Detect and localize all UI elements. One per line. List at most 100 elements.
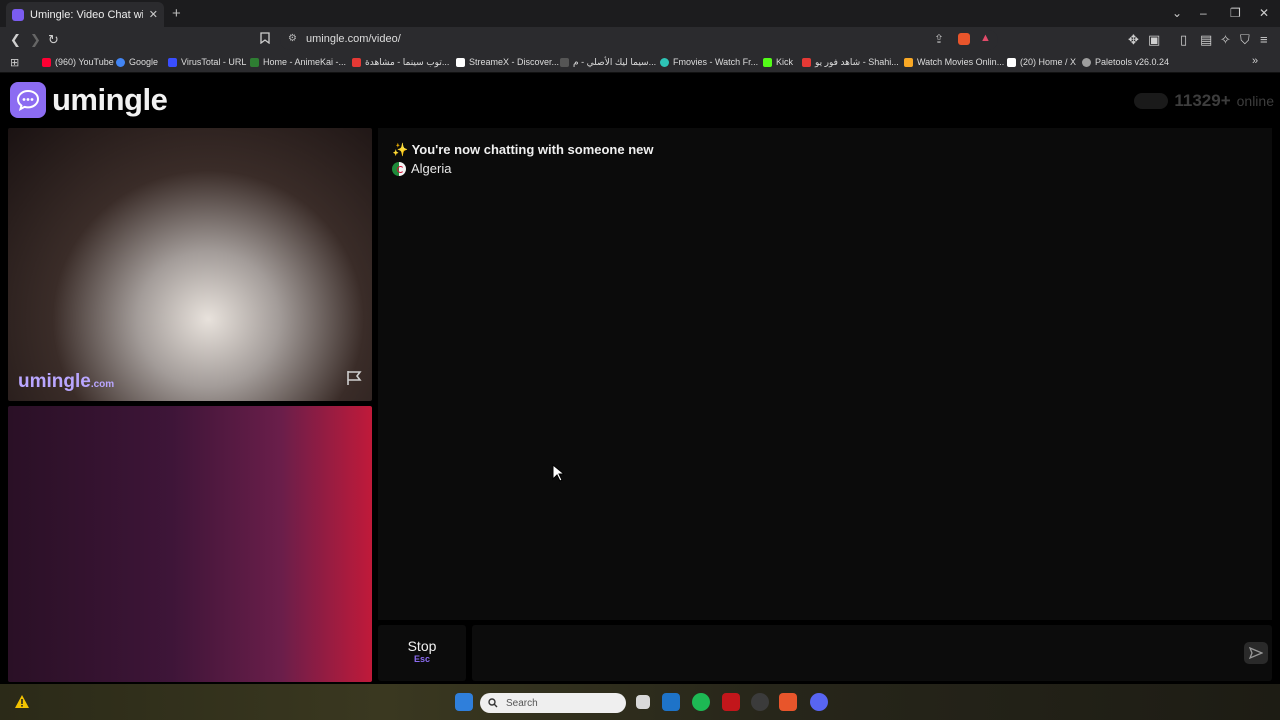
watermark-suffix: .com <box>90 379 115 390</box>
virustotal-icon <box>168 57 177 67</box>
stop-label: Stop <box>407 638 437 654</box>
discord-icon[interactable] <box>810 693 828 711</box>
stranger-video: umingle.com <box>8 128 372 401</box>
windows-taskbar: Search <box>0 684 1280 720</box>
bookmark-shahid[interactable]: شاهد فور يو - Shahi... <box>802 57 899 68</box>
bookmark-label: Home - AnimeKai -... <box>263 57 347 67</box>
minimize-icon[interactable]: – <box>1200 6 1207 20</box>
brave-browser-icon[interactable] <box>779 693 797 711</box>
bookmark-label: شاهد فور يو - Shahi... <box>815 57 899 67</box>
task-view-icon[interactable] <box>636 695 650 709</box>
bookmark-label: Google <box>129 57 159 67</box>
stop-shortcut: Esc <box>413 654 430 664</box>
brave-rewards-icon[interactable]: ▲ <box>980 32 991 44</box>
forward-icon[interactable]: ❯ <box>30 32 41 48</box>
bookmark-fmovies[interactable]: Fmovies - Watch Fr... <box>660 57 758 67</box>
browser-tab[interactable]: Umingle: Video Chat with Str ✕ <box>6 2 164 27</box>
brave-shields-icon[interactable] <box>958 33 970 45</box>
share-icon[interactable]: ⇪ <box>934 32 944 46</box>
animekai-icon <box>250 57 259 67</box>
bookmark-cimalek[interactable]: سيما ليك الأصلي - م... <box>560 57 656 68</box>
country-name: Algeria <box>411 161 452 176</box>
bookmark-label: StreameX - Discover... <box>469 57 560 67</box>
message-input[interactable] <box>472 625 1272 681</box>
fmovies-icon <box>660 57 669 67</box>
bookmark-label: (960) YouTube <box>55 57 114 67</box>
taskbar-search[interactable]: Search <box>480 693 626 713</box>
site-settings-icon[interactable]: ⚙ <box>288 33 297 44</box>
topcinema-icon <box>352 58 361 67</box>
bookmark-label: VirusTotal - URL <box>181 57 247 67</box>
tab-search-chevron-icon[interactable]: ⌄ <box>1172 6 1182 20</box>
logo-text: umingle <box>52 82 168 117</box>
windows-start-icon[interactable] <box>455 693 473 711</box>
online-toggle[interactable] <box>1134 93 1169 109</box>
streamex-icon <box>456 57 465 67</box>
chat-panel: ✨ You're now chatting with someone new A… <box>378 128 1272 620</box>
sidebar-icon[interactable]: ▯ <box>1180 32 1187 48</box>
wallet-icon[interactable]: ▣ <box>1148 32 1160 48</box>
browser-tab-bar: Umingle: Video Chat with Str ✕ + ⌄ – ❐ ✕ <box>0 0 1280 27</box>
menu-icon[interactable]: ≡ <box>1260 32 1268 48</box>
search-icon <box>488 698 498 708</box>
bookmark-label: سيما ليك الأصلي - م... <box>573 57 657 67</box>
vpn-icon[interactable]: ⛉ <box>1240 32 1250 48</box>
bookmark-youtube[interactable]: (960) YouTube <box>42 57 114 67</box>
bookmark-label: Watch Movies Onlin... <box>917 57 1005 67</box>
file-explorer-icon[interactable] <box>662 693 680 711</box>
cimalek-icon <box>560 58 569 67</box>
bookmark-paletools[interactable]: Paletools v26.0.24 <box>1082 57 1169 67</box>
chat-bubble-icon <box>10 82 46 118</box>
netflix-icon[interactable] <box>722 693 740 711</box>
site-logo[interactable]: umingle <box>10 82 168 118</box>
bookmark-label: Kick <box>776 57 794 67</box>
bookmark-label: Paletools v26.0.24 <box>1095 57 1170 67</box>
send-icon <box>1249 647 1263 659</box>
warning-icon[interactable] <box>14 694 30 714</box>
spotify-icon[interactable] <box>692 693 710 711</box>
send-button[interactable] <box>1244 642 1268 664</box>
restore-icon[interactable]: ❐ <box>1230 6 1241 20</box>
reload-icon[interactable]: ↻ <box>48 32 59 48</box>
bookmark-watchmovies[interactable]: Watch Movies Onlin... <box>904 57 1004 67</box>
youtube-icon <box>42 57 51 67</box>
bookmark-label: Fmovies - Watch Fr... <box>673 57 759 67</box>
extensions-icon[interactable]: ✥ <box>1128 32 1139 48</box>
reading-list-icon[interactable]: ▤ <box>1200 32 1212 48</box>
bookmark-virustotal[interactable]: VirusTotal - URL <box>168 57 246 67</box>
x-icon <box>1007 57 1016 67</box>
address-bar[interactable]: ⚙ umingle.com/video/ ⇪ ▲ <box>280 30 998 50</box>
more-bookmarks-icon[interactable]: » <box>1252 55 1258 67</box>
url-text: umingle.com/video/ <box>306 33 401 45</box>
bookmark-label: (20) Home / X <box>1020 57 1077 67</box>
umingle-page: umingle 11329+ online umingle.com ✨ You'… <box>0 74 1280 684</box>
apps-grid-icon[interactable]: ⊞ <box>10 56 19 69</box>
bookmark-animekai[interactable]: Home - AnimeKai -... <box>250 57 346 67</box>
shahid-icon <box>802 58 811 67</box>
close-window-icon[interactable]: ✕ <box>1259 6 1269 20</box>
search-placeholder: Search <box>506 697 538 709</box>
bookmark-x[interactable]: (20) Home / X <box>1007 57 1076 67</box>
bookmark-topcinema[interactable]: توب سينما - مشاهدة... <box>352 57 449 68</box>
self-video <box>8 406 372 682</box>
back-icon[interactable]: ❮ <box>10 32 21 48</box>
bookmarks-bar: ⊞ (960) YouTube Google VirusTotal - URL … <box>0 53 1280 73</box>
new-chat-message: ✨ You're now chatting with someone new <box>392 142 654 157</box>
report-flag-icon[interactable] <box>346 370 364 391</box>
browser-toolbar: ❮ ❯ ↻ ⚙ umingle.com/video/ ⇪ ▲ ✥ ▣ ▯ ▤ ✧… <box>0 27 1280 53</box>
leo-ai-icon[interactable]: ✧ <box>1220 32 1231 48</box>
mouse-cursor-icon <box>552 463 566 487</box>
stop-button[interactable]: Stop Esc <box>378 625 466 681</box>
bookmark-google[interactable]: Google <box>116 57 158 67</box>
new-tab-icon[interactable]: + <box>172 5 181 22</box>
bookmark-streamex[interactable]: StreameX - Discover... <box>456 57 559 67</box>
watermark-text: umingle <box>18 371 91 392</box>
kick-icon <box>763 57 772 67</box>
tab-close-icon[interactable]: ✕ <box>149 8 158 21</box>
bookmark-kick[interactable]: Kick <box>763 57 793 67</box>
stranger-country: Algeria <box>392 161 451 176</box>
bookmark-icon[interactable] <box>260 32 270 48</box>
video-watermark: umingle.com <box>18 371 114 393</box>
watchmovies-icon <box>904 57 913 67</box>
steam-icon[interactable] <box>751 693 769 711</box>
